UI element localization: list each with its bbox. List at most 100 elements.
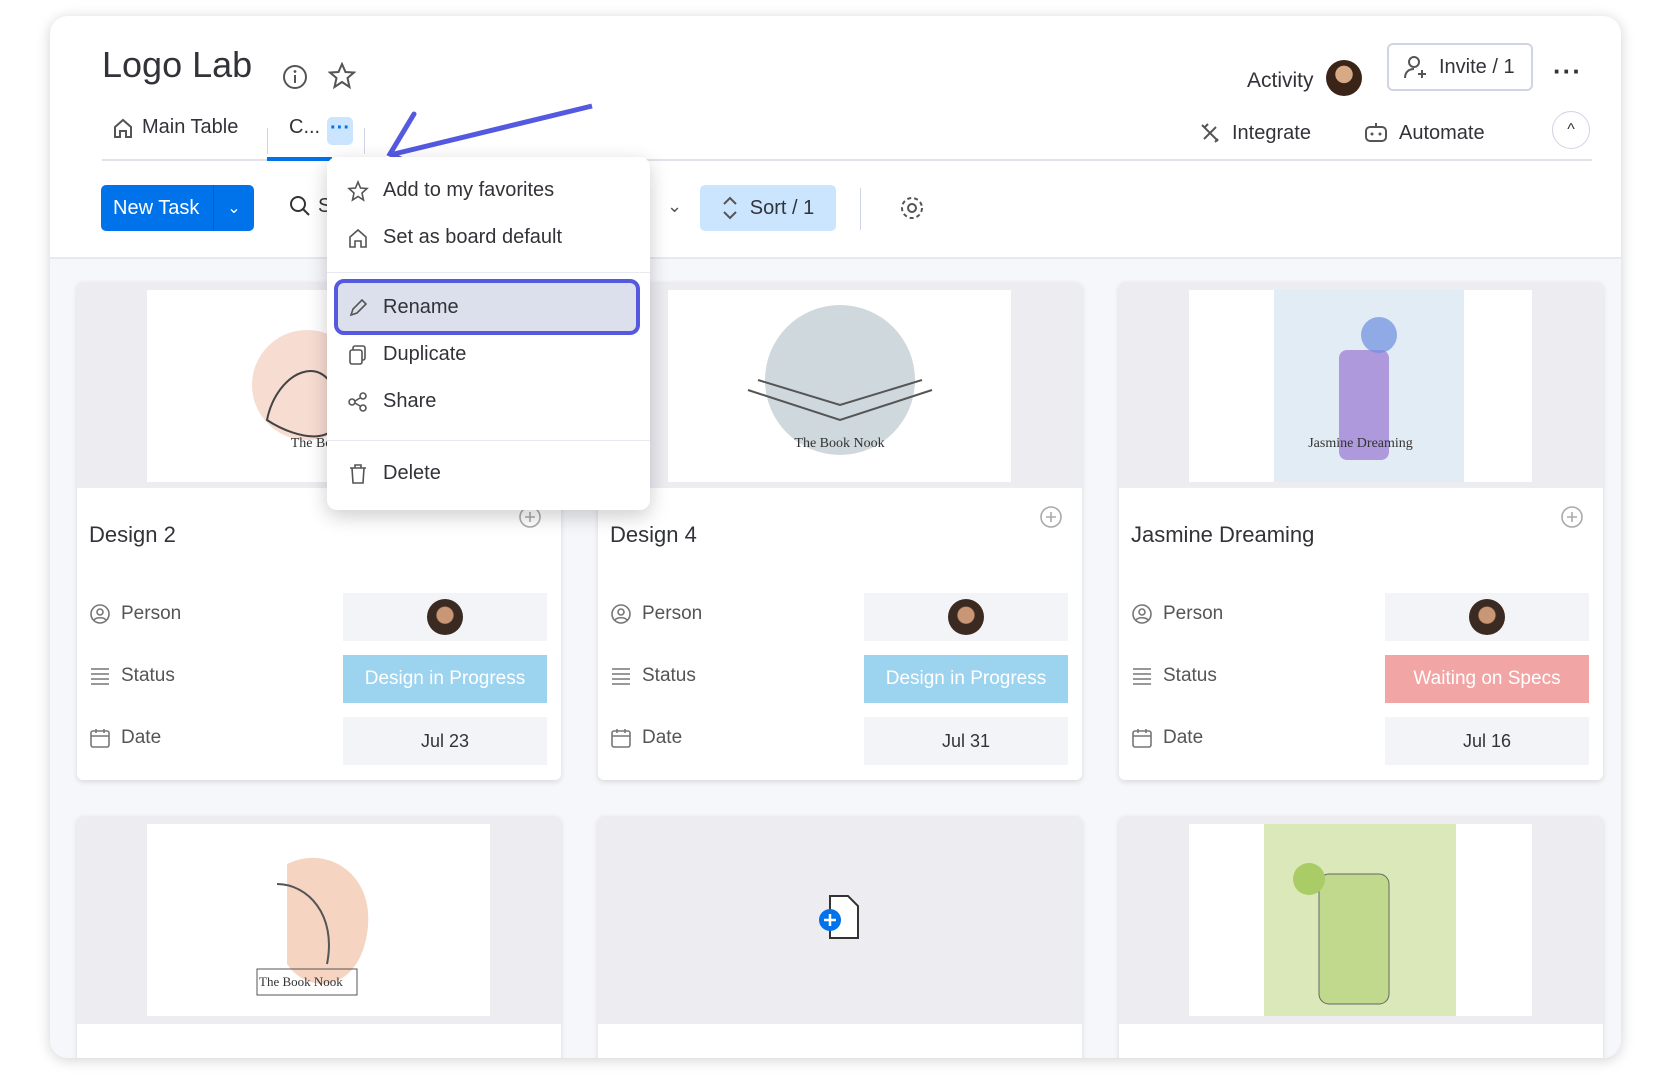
menu-item-label: Add to my favorites <box>383 179 555 201</box>
card-image[interactable]: The Book Nook <box>668 290 1011 482</box>
person-cell[interactable] <box>864 593 1068 641</box>
menu-item-delete[interactable]: Delete <box>347 462 441 485</box>
card-image-area: Jasmine Dreaming <box>1119 282 1603 488</box>
person-icon <box>89 603 111 625</box>
card-title[interactable]: Design 4 <box>610 522 697 548</box>
star-icon[interactable] <box>328 62 356 90</box>
card-image[interactable]: The Book Nook <box>147 824 490 1016</box>
date-cell[interactable]: Jul 31 <box>864 717 1068 765</box>
menu-divider <box>327 272 650 273</box>
status-badge[interactable]: Design in Progress <box>343 655 547 703</box>
avatar <box>948 599 984 635</box>
field-label: Status <box>642 665 696 686</box>
active-tab-indicator <box>267 157 332 161</box>
tab-divider <box>267 128 268 154</box>
robot-icon <box>1363 121 1389 145</box>
card-title[interactable]: Jasmine Dreaming <box>1131 522 1314 548</box>
menu-item-label: Duplicate <box>383 343 467 365</box>
board-window: Logo Lab Activity Invite / 1 ··· Main Ta… <box>50 16 1621 1058</box>
menu-item-label: Rename <box>383 296 459 318</box>
menu-item-rename[interactable]: Rename <box>347 296 459 319</box>
status-icon <box>89 665 111 687</box>
star-icon <box>347 179 369 202</box>
calendar-icon <box>89 727 111 749</box>
sort-icon <box>722 195 738 221</box>
status-badge[interactable]: Waiting on Specs <box>1385 655 1589 703</box>
person-icon <box>610 603 632 625</box>
card-image-area: The Book Nook <box>77 816 561 1024</box>
toolbar-divider <box>860 188 861 230</box>
search-button[interactable]: S <box>288 194 331 218</box>
field-label: Date <box>1163 727 1204 748</box>
field-label: Status <box>1163 665 1217 686</box>
card-image-area: The Book Nook <box>598 282 1082 488</box>
item-card[interactable] <box>598 816 1082 1058</box>
date-cell[interactable]: Jul 16 <box>1385 717 1589 765</box>
card-image[interactable]: Jasmine Dreaming <box>1189 290 1532 482</box>
person-icon <box>1131 603 1153 625</box>
add-user-icon <box>1403 54 1429 80</box>
item-card[interactable]: The Book Nook <box>77 816 561 1058</box>
copy-icon <box>347 344 369 366</box>
field-label: Date <box>642 727 683 748</box>
status-badge[interactable]: Design in Progress <box>864 655 1068 703</box>
card-image[interactable] <box>1189 824 1532 1016</box>
tab-label: Main Table <box>142 116 239 138</box>
tab-options-button[interactable]: ··· <box>327 117 353 145</box>
tab-label: C... <box>289 116 321 138</box>
chevron-down-icon[interactable]: ⌄ <box>214 198 254 218</box>
menu-divider <box>327 440 650 441</box>
search-icon <box>288 194 312 218</box>
menu-item-set-default[interactable]: Set as board default <box>347 226 562 249</box>
image-caption: Jasmine Dreaming <box>1308 436 1413 451</box>
settings-gear-icon[interactable] <box>898 194 926 222</box>
menu-item-add-favorites[interactable]: Add to my favorites <box>347 179 554 202</box>
menu-item-label: Share <box>383 390 437 412</box>
integrate-button[interactable]: Integrate <box>1198 121 1311 145</box>
avatar <box>1469 599 1505 635</box>
calendar-icon <box>610 727 632 749</box>
card-title[interactable]: Design 2 <box>89 522 176 548</box>
item-card[interactable]: The Book Nook Design 4 Person Status Des… <box>598 282 1082 780</box>
pencil-icon <box>347 297 369 319</box>
activity-label[interactable]: Activity <box>1247 69 1314 93</box>
menu-item-label: Set as board default <box>383 226 563 248</box>
automate-button[interactable]: Automate <box>1363 121 1485 145</box>
card-image-area <box>1119 816 1603 1024</box>
board-title[interactable]: Logo Lab <box>102 44 252 86</box>
share-icon <box>347 391 369 413</box>
avatar <box>427 599 463 635</box>
chevron-down-icon[interactable]: ⌄ <box>667 196 682 217</box>
item-card[interactable] <box>1119 816 1603 1058</box>
field-label: Status <box>121 665 175 686</box>
collapse-header-button[interactable]: ^ <box>1552 111 1590 149</box>
card-image-area <box>598 816 1082 1024</box>
field-label: Person <box>642 603 703 624</box>
add-file-icon[interactable] <box>816 892 866 949</box>
add-update-icon[interactable] <box>1038 505 1064 536</box>
sort-button[interactable]: Sort / 1 <box>700 185 836 231</box>
menu-item-share[interactable]: Share <box>347 390 436 413</box>
status-icon <box>610 665 632 687</box>
add-update-icon[interactable] <box>1559 505 1585 536</box>
item-card[interactable]: Jasmine Dreaming Jasmine Dreaming Person… <box>1119 282 1603 780</box>
invite-button[interactable]: Invite / 1 <box>1387 43 1533 91</box>
date-cell[interactable]: Jul 23 <box>343 717 547 765</box>
field-label: Date <box>121 727 162 748</box>
more-options-icon[interactable]: ··· <box>1553 56 1582 87</box>
image-caption: The Book Nook <box>259 974 343 989</box>
calendar-icon <box>1131 727 1153 749</box>
tab-context-menu: Add to my favorites Set as board default… <box>327 157 650 510</box>
avatar[interactable] <box>1326 60 1362 96</box>
new-task-label: New Task <box>113 196 200 219</box>
new-task-button[interactable]: New Task ⌄ <box>101 185 254 231</box>
person-cell[interactable] <box>1385 593 1589 641</box>
home-icon <box>112 117 134 139</box>
menu-item-duplicate[interactable]: Duplicate <box>347 343 466 366</box>
integrate-icon <box>1198 121 1222 145</box>
info-icon[interactable] <box>282 64 308 90</box>
person-cell[interactable] <box>343 593 547 641</box>
tab-main-table[interactable]: Main Table <box>112 116 238 139</box>
tab-cards[interactable]: C... <box>289 116 320 139</box>
menu-item-label: Delete <box>383 462 441 484</box>
